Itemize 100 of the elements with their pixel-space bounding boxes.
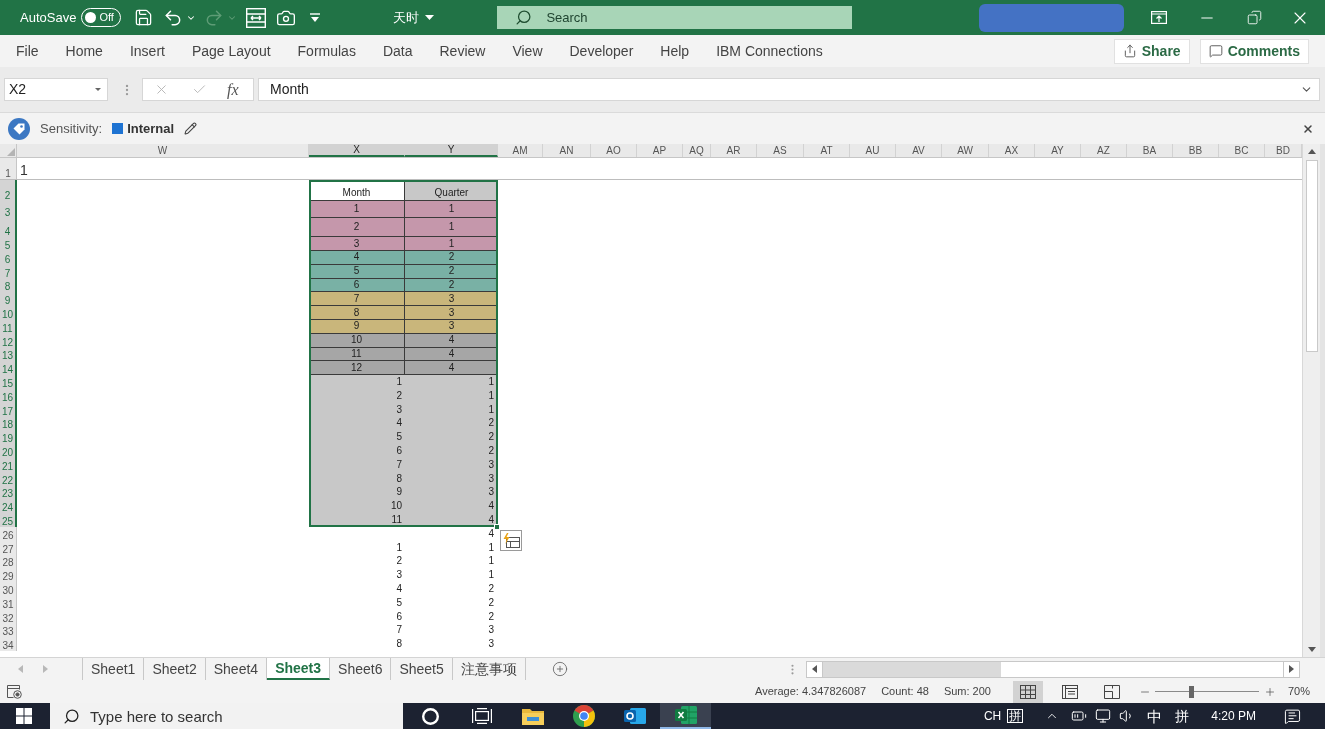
input-method-indicator[interactable]: 拼: [1175, 709, 1190, 723]
pencil-icon[interactable]: [184, 122, 198, 135]
save-icon[interactable]: [134, 8, 154, 27]
row-number[interactable]: 34: [0, 637, 17, 652]
table-cell: 3: [309, 237, 405, 251]
ribbon-tab[interactable]: Help: [660, 44, 690, 58]
notification-icon[interactable]: [1284, 707, 1301, 725]
vertical-scrollbar[interactable]: [1302, 144, 1320, 657]
row-number[interactable]: 15: [0, 375, 17, 389]
column-header[interactable]: X: [309, 144, 405, 157]
column-header[interactable]: AO: [591, 144, 637, 157]
add-sheet-icon[interactable]: [551, 661, 568, 677]
caret-icon: [95, 88, 101, 91]
row-number[interactable]: 10: [0, 306, 17, 320]
column-header[interactable]: AX: [989, 144, 1035, 157]
ribbon-tab[interactable]: Formulas: [297, 44, 356, 58]
table-cell: 2: [405, 444, 498, 458]
column-header[interactable]: AZ: [1081, 144, 1127, 157]
file-name[interactable]: 天时: [393, 11, 420, 24]
column-header[interactable]: AQ: [683, 144, 711, 157]
language-indicator[interactable]: CH: [983, 710, 1002, 722]
column-header[interactable]: BC: [1219, 144, 1265, 157]
row-number[interactable]: 14: [0, 361, 17, 376]
table-cell: 1: [405, 218, 498, 237]
left-arrow-icon[interactable]: [812, 665, 817, 673]
row-number[interactable]: 24: [0, 499, 17, 514]
close-icon[interactable]: [1302, 122, 1314, 135]
name-box[interactable]: X2: [4, 78, 108, 101]
document-circle-icon[interactable]: [7, 684, 22, 699]
fill-handle[interactable]: [494, 524, 500, 530]
column-header[interactable]: AM: [498, 144, 543, 157]
view-button[interactable]: [1012, 680, 1043, 703]
ribbon-tab[interactable]: IBM Connections: [716, 44, 823, 58]
row-number[interactable]: 6: [0, 251, 17, 265]
column-header[interactable]: AT: [804, 144, 850, 157]
right-arrow-icon[interactable]: [1289, 665, 1294, 673]
scrollbar-thumb[interactable]: [1001, 661, 1283, 677]
row-number[interactable]: 2: [0, 180, 17, 201]
sensitivity-value[interactable]: Internal: [127, 122, 175, 135]
caret-icon[interactable]: [425, 15, 435, 20]
search-field[interactable]: Search: [497, 6, 853, 29]
insert-function-button[interactable]: fx: [227, 81, 239, 98]
quick-analysis-button[interactable]: [500, 530, 522, 551]
column-header[interactable]: AS: [757, 144, 804, 157]
ribbon-tab[interactable]: Insert: [129, 44, 165, 58]
row-number[interactable]: 20: [0, 444, 17, 458]
comments-button[interactable]: Comments: [1199, 38, 1309, 64]
column-header[interactable]: AP: [637, 144, 683, 157]
sum-readout: Sum: 200: [943, 686, 991, 697]
restore-icon[interactable]: [1247, 10, 1263, 25]
column-header[interactable]: BB: [1173, 144, 1219, 157]
windows-logo-icon[interactable]: [16, 708, 32, 724]
ribbon-tab[interactable]: Data: [382, 44, 413, 58]
ribbon-tab[interactable]: Page Layout: [191, 44, 271, 58]
cell-value: 1: [396, 542, 402, 553]
column-header[interactable]: AW: [942, 144, 989, 157]
column-header[interactable]: AV: [896, 144, 942, 157]
monitor-icon[interactable]: [1095, 708, 1112, 724]
ribbon-display-icon[interactable]: [1151, 11, 1168, 24]
down-arrow-icon[interactable]: [1307, 647, 1316, 652]
column-header[interactable]: BA: [1127, 144, 1173, 157]
column-header[interactable]: Y: [405, 144, 498, 157]
column-header[interactable]: AN: [543, 144, 591, 157]
grid-icon: [1019, 684, 1036, 699]
cell-value: 3: [396, 570, 402, 581]
ribbon-tab[interactable]: View: [512, 44, 543, 58]
ribbon-tab[interactable]: Developer: [569, 44, 634, 58]
clock-time[interactable]: 4:20 PM: [1211, 710, 1256, 722]
row-number[interactable]: 5: [0, 237, 17, 251]
ribbon-tab[interactable]: Review: [439, 44, 486, 58]
row-number[interactable]: 30: [0, 582, 17, 596]
row-number[interactable]: 3: [0, 201, 17, 218]
scrollbar-thumb[interactable]: [1305, 160, 1318, 352]
zoom-slider-thumb[interactable]: [1189, 685, 1195, 698]
row-number[interactable]: 1: [0, 158, 17, 179]
row-number[interactable]: 29: [0, 568, 17, 583]
up-arrow-icon[interactable]: [1307, 149, 1316, 154]
ribbon-tab[interactable]: File: [16, 44, 39, 58]
input-mode-indicator[interactable]: 中: [1147, 708, 1163, 724]
share-button[interactable]: Share: [1113, 38, 1190, 64]
zoom-slider-track[interactable]: [1154, 685, 1259, 698]
search-icon: [515, 9, 533, 26]
ribbon-tab[interactable]: Home: [65, 44, 103, 58]
battery-icon[interactable]: [1071, 708, 1088, 724]
row-number[interactable]: 4: [0, 218, 17, 237]
column-header[interactable]: AY: [1035, 144, 1081, 157]
input-method-indicator[interactable]: 拼: [1007, 709, 1024, 723]
formula-field[interactable]: Month: [258, 78, 1320, 101]
zoom-percent[interactable]: 70%: [1287, 686, 1310, 697]
column-header[interactable]: AR: [711, 144, 757, 157]
row-number[interactable]: 19: [0, 430, 17, 445]
cell-value: 8: [396, 639, 402, 650]
customize-caret-icon[interactable]: [309, 13, 322, 22]
row-number[interactable]: 25: [0, 513, 17, 527]
sheet-tab[interactable]: Sheet3: [267, 658, 331, 680]
column-header[interactable]: AU: [850, 144, 896, 157]
frame-arrows-icon[interactable]: [246, 7, 267, 28]
horizontal-scrollbar[interactable]: [806, 660, 1300, 678]
row-number[interactable]: 9: [0, 292, 17, 307]
taskbar-search-field[interactable]: Type here to search: [50, 703, 403, 729]
